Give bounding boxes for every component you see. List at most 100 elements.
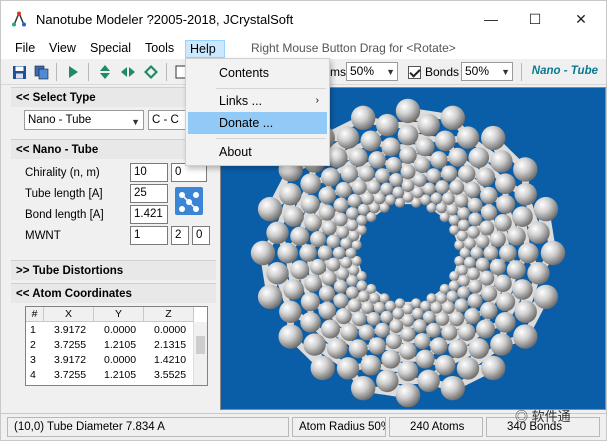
toolbar-separator [56,63,57,81]
menu-special[interactable]: Special [86,40,135,58]
column-header[interactable]: Y [94,307,144,322]
table-row[interactable]: 1 3.9172 0.0000 0.0000 [26,323,206,338]
atom [318,285,336,302]
tube-length-label: Tube length [A] [25,188,103,200]
table-cell: 1.4210 [154,354,187,366]
atom [489,258,506,276]
atom [300,173,321,195]
atom [366,180,381,195]
menu-help[interactable]: Help [185,40,225,58]
atom [441,324,458,341]
atom [399,146,417,164]
column-header[interactable]: # [26,307,44,322]
play-icon[interactable] [64,63,82,81]
tube-distortions-header[interactable]: >> Tube Distortions [11,260,216,280]
atom [278,324,303,349]
atom [479,220,495,236]
atom [448,339,468,359]
atom [475,167,496,187]
status-atom-count: 240 Atoms [389,417,483,437]
atom [397,360,419,382]
mwnt-label: MWNT [25,230,61,242]
atom-coordinates-table[interactable]: # X Y Z 1 3.9172 0.0000 0.0000 2 3.7255 … [25,306,208,386]
atom [290,260,310,280]
atom [395,98,421,124]
atom [494,274,512,293]
column-header[interactable]: Z [144,307,194,322]
atom [475,257,490,272]
maximize-button[interactable]: ☐ [512,1,558,37]
atom [300,194,320,214]
mwnt-second-field[interactable]: 2 [171,226,189,245]
zoom-fit-icon[interactable] [142,63,160,81]
atom [374,168,390,184]
menu-item-links[interactable]: Links ... › [188,90,327,112]
tube-length-field[interactable]: 25 [130,184,168,203]
atom [426,168,442,184]
minimize-button[interactable]: — [468,1,514,37]
status-tube-diameter: (10,0) Tube Diameter 7.834 A [7,417,289,437]
table-cell: 0.0000 [104,324,137,336]
atom [299,244,317,262]
atom [257,196,283,222]
atom [441,165,458,182]
atom [321,270,337,286]
mouse-hint: Right Mouse Button Drag for <Rotate> [251,41,456,55]
table-scrollbar[interactable] [193,322,207,385]
menu-item-label: About [219,145,252,159]
table-cell: 1.2105 [104,339,137,351]
move-vertical-icon[interactable] [96,63,114,81]
mwnt-third-field[interactable]: 0 [192,226,210,245]
atoms-size-select[interactable]: 50% ▼ [346,62,398,81]
atom [333,279,348,294]
menu-item-contents[interactable]: Contents [188,62,327,84]
menu-item-label: Donate ... [219,116,274,130]
close-button[interactable]: ✕ [558,1,604,37]
menu-tools[interactable]: Tools [141,40,178,58]
atom [376,113,399,137]
tube-type-value: Nano - Tube [28,114,92,126]
menu-file[interactable]: File [11,40,39,58]
atom [480,204,498,221]
atom [457,323,476,341]
move-horizontal-icon[interactable] [119,63,137,81]
atom [481,125,506,151]
atom [381,349,401,369]
bonds-checkbox[interactable] [408,66,421,79]
atom [402,191,414,203]
tube-preview-icon[interactable] [175,187,203,215]
title-bar[interactable]: Nanotube Modeler ?2005-2018, JCrystalSof… [1,1,606,37]
table-row[interactable]: 2 3.7255 1.2105 2.1315 [26,338,206,353]
table-row[interactable]: 4 3.7255 1.2105 3.5525 [26,368,206,383]
table-cell: 3.5525 [154,369,187,381]
menu-item-about[interactable]: About [188,141,327,163]
bonds-size-select[interactable]: 50% ▼ [461,62,513,81]
atom-coordinates-header[interactable]: << Atom Coordinates [11,283,216,303]
atom [494,213,512,232]
window-title: Nanotube Modeler ?2005-2018, JCrystalSof… [36,12,294,27]
watermark-label: 软件通 [531,409,571,424]
table-cell: 3.7255 [54,369,87,381]
table-cell: 3.9172 [54,324,87,336]
table-cell: 2 [30,339,36,351]
column-header[interactable]: X [44,307,94,322]
atom [400,164,416,180]
atom [456,357,480,380]
menu-item-donate[interactable]: Donate ... [188,112,327,134]
atom [389,172,404,187]
table-row[interactable]: 3 3.9172 0.0000 1.4210 [26,353,206,368]
scrollbar-thumb[interactable] [196,336,205,354]
copy-icon[interactable] [32,63,50,81]
atom [366,311,381,326]
chirality-n-field[interactable]: 10 [130,163,168,182]
atom [495,173,516,195]
tube-type-select[interactable]: Nano - Tube ▼ [24,110,144,130]
save-icon[interactable] [10,63,28,81]
bond-length-field[interactable]: 1.421 [130,205,168,224]
atom [440,105,466,131]
bonds-size-value: 50% [465,64,490,78]
menu-view[interactable]: View [45,40,80,58]
atom [335,181,352,199]
atom [326,147,348,168]
mwnt-count-field[interactable]: 1 [130,226,168,245]
